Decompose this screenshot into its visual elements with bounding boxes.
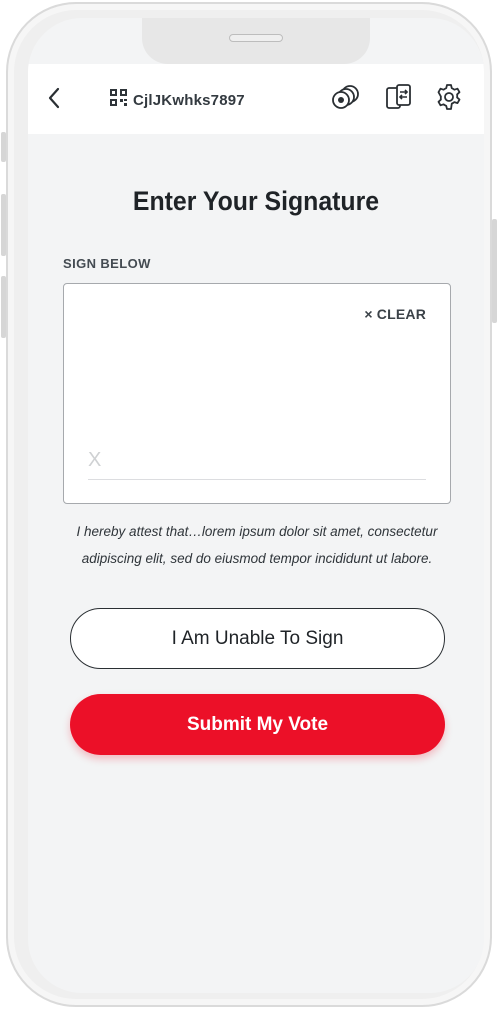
device-transfer-button[interactable] [382,82,416,116]
side-button-left-low [1,276,6,338]
submit-vote-button[interactable]: Submit My Vote [70,694,445,755]
signature-line [88,479,426,480]
view-toggle-icon [328,84,362,115]
sign-below-label: SIGN BELOW [63,256,151,271]
side-button-left-top [1,132,6,162]
back-button[interactable] [42,86,66,114]
notch [142,18,370,64]
ballot-id: CjlJKwhks7897 [110,89,245,111]
gear-icon [435,83,463,116]
phone-frame: CjlJKwhks7897 Enter Your Signature SIGN … [1,2,497,1007]
unable-to-sign-button[interactable]: I Am Unable To Sign [70,608,445,669]
view-toggle-button[interactable] [328,82,362,116]
ballot-code: CjlJKwhks7897 [133,91,245,109]
signature-pad[interactable]: × CLEAR X [63,283,451,504]
speaker [229,34,283,42]
chevron-left-icon [47,87,61,114]
page-title: Enter Your Signature [132,186,380,216]
settings-button[interactable] [432,82,466,116]
screen: CjlJKwhks7897 Enter Your Signature SIGN … [28,18,484,993]
device-transfer-icon [385,83,413,116]
clear-signature-button[interactable]: × CLEAR [364,306,426,322]
side-button-left-mid [1,194,6,256]
app-header: CjlJKwhks7897 [28,64,484,134]
qr-code-icon [110,89,127,111]
side-button-right [492,219,497,323]
attestation-text: I hereby attest that…lorem ipsum dolor s… [76,524,438,566]
signature-x-marker: X [88,449,102,471]
